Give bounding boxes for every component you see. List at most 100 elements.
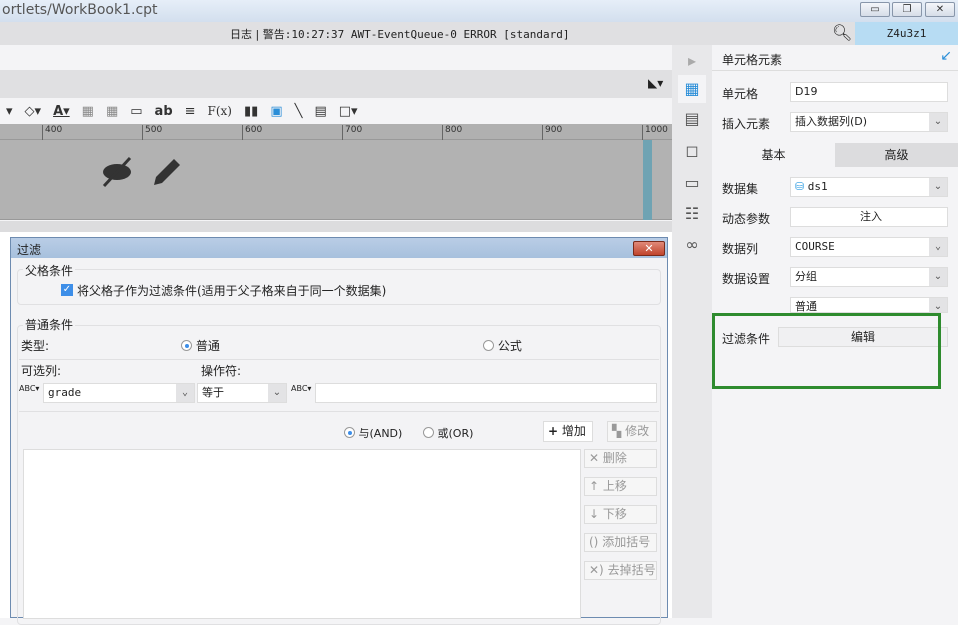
panel-title: 单元格元素	[722, 53, 783, 67]
parent-checkbox[interactable]: ✓	[61, 284, 73, 296]
condition-icon[interactable]: ☷	[678, 200, 706, 228]
slash-icon[interactable]: ╲	[295, 104, 303, 119]
tab-basic[interactable]: 基本	[712, 143, 835, 167]
operator-value: 等于	[202, 386, 224, 399]
or-label: 或(OR)	[437, 427, 474, 440]
merge-cells-icon[interactable]: ▦	[82, 104, 94, 119]
arrow-up-icon: ↑	[589, 479, 600, 493]
pencil-icon[interactable]	[150, 155, 184, 189]
text-icon[interactable]: ab	[155, 104, 173, 119]
cell-attribute-icon[interactable]: ▤	[678, 105, 706, 133]
fill-color-icon[interactable]: ◇▾	[25, 104, 42, 119]
arrow-down-icon: ↓	[589, 507, 600, 521]
type-formula-label: 公式	[497, 339, 522, 353]
setting-select[interactable]: 分组 ⌄	[790, 267, 948, 287]
cell-element-icon[interactable]: ▦	[678, 75, 706, 103]
setting-select-2[interactable]: 普通 ⌄	[790, 297, 948, 313]
chart-icon[interactable]: ▮▮	[244, 104, 258, 119]
collapse-arrow-icon[interactable]: ▸	[678, 47, 706, 75]
or-radio[interactable]: 或(OR)	[423, 425, 473, 441]
remove-bracket-label: 去掉括号	[607, 563, 656, 577]
tab-advanced[interactable]: 高级	[835, 143, 958, 167]
column-value: COURSE	[795, 240, 835, 253]
widget-icon[interactable]: ▭	[678, 169, 706, 197]
column-select[interactable]: COURSE ⌄	[790, 237, 948, 257]
condition-list[interactable]	[23, 449, 581, 619]
chevron-down-icon: ⌄	[268, 384, 286, 402]
insert-value: 插入数据列(D)	[795, 115, 868, 128]
hidden-eye-icon[interactable]	[100, 155, 134, 189]
type-normal-radio[interactable]: 普通	[181, 337, 220, 354]
menu-dropdown-icon[interactable]: ◣▾	[648, 76, 663, 90]
setting-value: 分组	[795, 270, 817, 283]
column-select[interactable]: grade ⌄	[43, 383, 195, 403]
parent-checkbox-label: 将父格子作为过滤条件(适用于父子格来自于同一个数据集)	[77, 284, 387, 298]
plus-icon: +	[548, 424, 559, 438]
ruler-tick: 400	[42, 125, 62, 140]
font-color-icon[interactable]: A▾	[53, 104, 70, 119]
move-down-label: 下移	[602, 507, 627, 521]
normal-group-label: 普通条件	[23, 316, 76, 333]
type-formula-radio[interactable]: 公式	[483, 337, 522, 354]
log-bar: 日志 | 警告:10:27:37 AWT-EventQueue-0 ERROR …	[0, 22, 958, 45]
cell-border-icon[interactable]: ◻	[678, 137, 706, 165]
restore-button[interactable]: ❐	[892, 2, 922, 17]
close-button[interactable]: ✕	[925, 2, 955, 17]
operator-select[interactable]: 等于 ⌄	[197, 383, 287, 403]
text-field-icon[interactable]: ▭	[130, 104, 142, 119]
value-type-icon[interactable]: ABC▾	[291, 384, 311, 393]
cell-input[interactable]: D19	[790, 82, 948, 102]
ruler-tick: 700	[342, 125, 362, 140]
add-button[interactable]: + 增加	[543, 421, 593, 442]
search-icon[interactable]: 🔍︎	[832, 23, 852, 42]
modify-button[interactable]: ▚ 修改	[607, 421, 657, 442]
dialog-close-button[interactable]: ✕	[633, 241, 665, 256]
border-dropdown-icon[interactable]: ▾	[6, 104, 13, 119]
hyperlink-icon[interactable]: ∞	[678, 231, 706, 259]
insert-element-select[interactable]: 插入数据列(D) ⌄	[790, 112, 948, 132]
type-normal-label: 普通	[195, 339, 220, 353]
chevron-down-icon: ⌄	[929, 238, 947, 256]
database-icon: ⛁	[795, 180, 805, 193]
value-input[interactable]	[315, 383, 657, 403]
collapse-panel-icon[interactable]: ↙	[940, 48, 952, 64]
ruler-tick: 800	[442, 125, 462, 140]
dialog-title: 过滤	[11, 238, 667, 258]
dataset-select[interactable]: ⛁ ds1 ⌄	[790, 177, 948, 197]
window-titlebar: ortlets/WorkBook1.cpt ▭ ❐ ✕	[0, 0, 958, 22]
operator-label: 操作符:	[201, 364, 242, 378]
border-icon[interactable]: □▾	[339, 104, 358, 119]
ruler-tick: 600	[242, 125, 262, 140]
setting-value-2: 普通	[795, 300, 817, 313]
setting-label: 数据设置	[722, 272, 771, 286]
ruler-tick: 1000	[642, 125, 668, 140]
chevron-down-icon: ⌄	[929, 268, 947, 286]
delete-button[interactable]: ✕ 删除	[584, 449, 657, 468]
subreport-icon[interactable]: ▤	[314, 104, 326, 119]
remove-bracket-button[interactable]: ✕) 去掉括号	[584, 561, 657, 580]
formula-icon[interactable]: F(x)	[208, 104, 232, 118]
move-down-button[interactable]: ↓ 下移	[584, 505, 657, 524]
column-type-icon[interactable]: ABC▾	[19, 384, 39, 393]
image-icon[interactable]: ▣	[270, 104, 282, 119]
move-up-button[interactable]: ↑ 上移	[584, 477, 657, 496]
column-select-value: grade	[48, 386, 82, 399]
ruler: 400 500 600 700 800 900 1000	[0, 124, 672, 140]
log-label[interactable]: 日志	[230, 28, 252, 41]
and-radio[interactable]: 与(AND)	[344, 425, 402, 441]
column-list-label: 可选列:	[21, 364, 62, 378]
modify-label: 修改	[625, 424, 650, 438]
inject-button[interactable]: 注入	[790, 207, 948, 227]
log-message: 警告:10:27:37 AWT-EventQueue-0 ERROR [stan…	[262, 28, 570, 41]
split-cells-icon[interactable]: ▦	[106, 104, 118, 119]
dataset-value: ds1	[807, 180, 828, 193]
minimize-button[interactable]: ▭	[860, 2, 890, 17]
type-label: 类型:	[21, 339, 50, 353]
user-name[interactable]: Z4u3z1	[855, 22, 958, 45]
filter-dialog: 过滤 ✕ 父格条件 ✓ 将父格子作为过滤条件(适用于父子格来自于同一个数据集) …	[10, 237, 668, 625]
format-toolbar: ▾ ◇▾ A▾ ▦ ▦ ▭ ab ≡ F(x) ▮▮ ▣ ╲ ▤ □▾	[0, 98, 672, 124]
add-label: 增加	[561, 424, 586, 438]
add-bracket-button[interactable]: () 添加括号	[584, 533, 657, 552]
align-icon[interactable]: ≡	[185, 104, 196, 119]
sheet-tabs-bar: ◣▾	[0, 70, 672, 98]
